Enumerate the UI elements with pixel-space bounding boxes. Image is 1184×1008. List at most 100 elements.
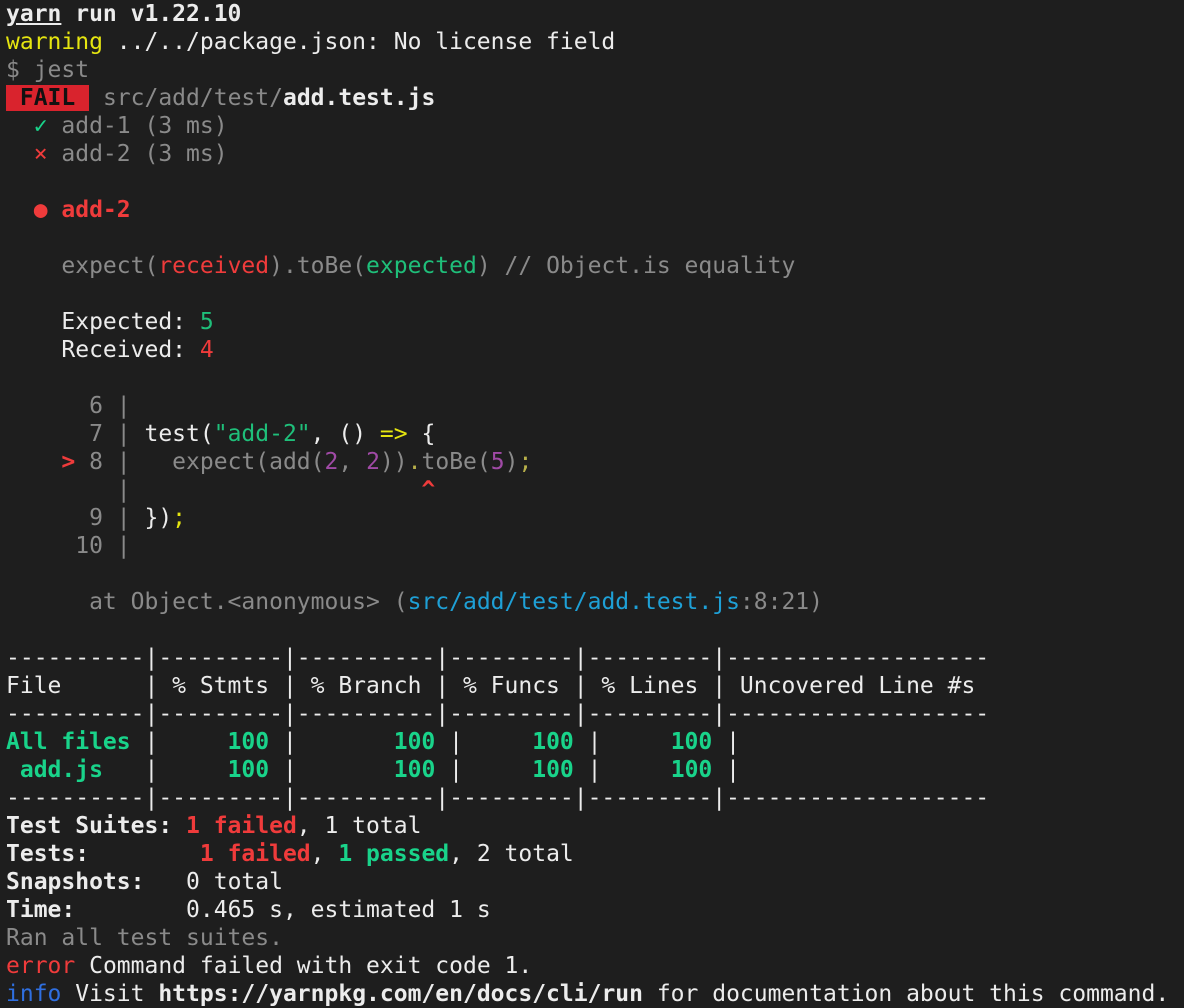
coverage-row: All files | 100 | 100 | 100 | 100 | bbox=[6, 728, 1184, 756]
tests-total: , 2 total bbox=[449, 841, 574, 867]
coverage-branch: 100 bbox=[310, 729, 436, 755]
test-result-fail: × add-2 (3 ms) bbox=[6, 140, 1184, 168]
warning-text: ../../package.json: No license field bbox=[102, 29, 616, 55]
test-name: add-1 (3 ms) bbox=[61, 113, 228, 139]
matcher-received: received bbox=[158, 253, 270, 279]
info-label: info bbox=[6, 981, 62, 1007]
coverage-pipe: | bbox=[712, 757, 740, 783]
warning-label: warning bbox=[6, 29, 103, 55]
code-line-6: 6 | bbox=[6, 392, 1184, 420]
code-text: toBe( bbox=[421, 449, 491, 475]
code-text: expect(add( bbox=[130, 449, 325, 475]
yarn-word: yarn bbox=[6, 1, 62, 27]
check-icon: ✓ bbox=[6, 113, 62, 139]
received-line: Received: 4 bbox=[6, 336, 1184, 364]
code-number: 5 bbox=[490, 449, 505, 475]
expected-line: Expected: 5 bbox=[6, 308, 1184, 336]
coverage-pipe: | bbox=[573, 729, 616, 755]
coverage-pipe: | bbox=[130, 729, 173, 755]
received-value: 4 bbox=[199, 337, 214, 363]
stack-trace-line: at Object.<anonymous> (src/add/test/add.… bbox=[6, 588, 1184, 616]
line-number: 8 | bbox=[89, 449, 131, 475]
matcher-comment: // Object.is equality bbox=[490, 253, 796, 279]
line-number: 6 | bbox=[6, 393, 131, 419]
info-text: for documentation about this command. bbox=[642, 981, 1170, 1007]
coverage-pipe: | bbox=[435, 757, 477, 783]
yarn-version: run v1.22.10 bbox=[61, 1, 242, 27]
coverage-pipe: | bbox=[102, 757, 173, 783]
summary-label: Test Suites: bbox=[6, 813, 173, 839]
code-arrow: => bbox=[379, 421, 408, 447]
coverage-file: All files bbox=[6, 729, 131, 755]
code-text: }) bbox=[130, 505, 173, 531]
coverage-stmts: 100 bbox=[172, 757, 270, 783]
stack-file-link[interactable]: src/add/test/add.test.js bbox=[408, 589, 740, 615]
info-text: Visit bbox=[61, 981, 159, 1007]
coverage-row: add.js | 100 | 100 | 100 | 100 | bbox=[6, 756, 1184, 784]
code-text: )) bbox=[379, 449, 408, 475]
coverage-lines: 100 bbox=[615, 757, 713, 783]
yarn-run-line: yarn run v1.22.10 bbox=[6, 0, 1184, 28]
failure-title: add-2 bbox=[61, 197, 131, 223]
coverage-branch: 100 bbox=[310, 757, 436, 783]
summary-label: Tests: bbox=[6, 841, 90, 867]
code-line-7: 7 | test("add-2", () => { bbox=[6, 420, 1184, 448]
error-line-marker: > bbox=[6, 449, 90, 475]
suite-path-dir: src/add/test/ bbox=[89, 85, 283, 111]
summary-time: Time: 0.465 s, estimated 1 s bbox=[6, 896, 1184, 924]
coverage-pipe: | bbox=[269, 757, 311, 783]
code-line-8: > 8 | expect(add(2, 2)).toBe(5); bbox=[6, 448, 1184, 476]
suite-result-line: FAIL src/add/test/add.test.js bbox=[6, 84, 1184, 112]
docs-link[interactable]: https://yarnpkg.com/en/docs/cli/run bbox=[158, 981, 643, 1007]
coverage-separator: ----------|---------|----------|--------… bbox=[6, 701, 990, 727]
failure-title-line: ● add-2 bbox=[6, 196, 1184, 224]
coverage-pipe: | bbox=[269, 729, 311, 755]
coverage-pipe: | bbox=[435, 729, 477, 755]
line-number: 9 | bbox=[6, 505, 131, 531]
error-line: error Command failed with exit code 1. bbox=[6, 952, 1184, 980]
summary-tests: Tests: 1 failed, 1 passed, 2 total bbox=[6, 840, 1184, 868]
snapshots-value: 0 total bbox=[144, 869, 283, 895]
caret-icon: ^ bbox=[421, 477, 436, 503]
coverage-pipe: | bbox=[712, 729, 740, 755]
suites-total: , 1 total bbox=[296, 813, 422, 839]
code-dot: . bbox=[407, 449, 422, 475]
code-text: ) bbox=[504, 449, 519, 475]
code-semicolon: ; bbox=[172, 505, 187, 531]
summary-label: Time: bbox=[6, 897, 76, 923]
cross-icon: × bbox=[6, 141, 62, 167]
code-line-10: 10 | bbox=[6, 532, 1184, 560]
tests-failed: 1 failed bbox=[186, 841, 311, 867]
stack-prefix: at Object.<anonymous> ( bbox=[6, 589, 408, 615]
line-number: 7 | bbox=[6, 421, 131, 447]
code-number: 2 bbox=[324, 449, 339, 475]
coverage-separator: ----------|---------|----------|--------… bbox=[6, 785, 990, 811]
code-text: test( bbox=[130, 421, 214, 447]
code-string: "add-2" bbox=[213, 421, 311, 447]
coverage-funcs: 100 bbox=[476, 729, 574, 755]
coverage-funcs: 100 bbox=[476, 757, 574, 783]
matcher-part: ) bbox=[476, 253, 491, 279]
bullet-icon: ● bbox=[6, 197, 62, 223]
summary-padding bbox=[89, 841, 186, 867]
line-number: | bbox=[6, 477, 131, 503]
ran-all-line: Ran all test suites. bbox=[6, 925, 283, 951]
expected-value: 5 bbox=[199, 309, 214, 335]
coverage-file: add.js bbox=[6, 757, 103, 783]
coverage-stmts: 100 bbox=[172, 729, 270, 755]
test-result-pass: ✓ add-1 (3 ms) bbox=[6, 112, 1184, 140]
error-label: error bbox=[6, 953, 76, 979]
matcher-expected: expected bbox=[366, 253, 477, 279]
warning-line: warning ../../package.json: No license f… bbox=[6, 28, 1184, 56]
command-line: $ jest bbox=[6, 57, 90, 83]
matcher-line: expect(received).toBe(expected) // Objec… bbox=[6, 252, 1184, 280]
expected-label: Expected: bbox=[6, 309, 200, 335]
code-semicolon: ; bbox=[518, 449, 533, 475]
test-name: add-2 (3 ms) bbox=[61, 141, 228, 167]
coverage-pipe: | bbox=[573, 757, 616, 783]
